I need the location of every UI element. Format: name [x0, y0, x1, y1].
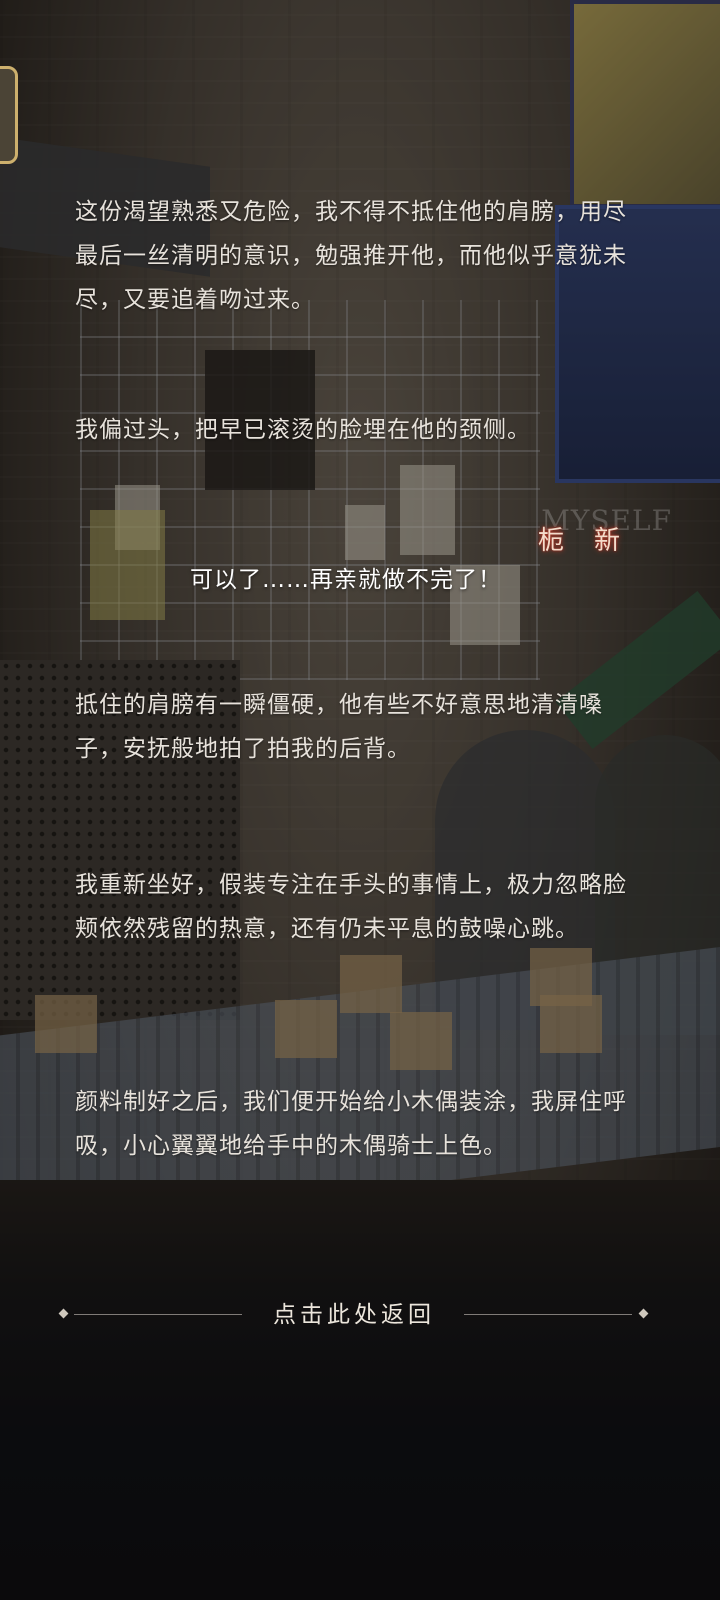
diamond-icon [58, 1308, 69, 1319]
story-paragraph: 颜料制好之后，我们便开始给小木偶装涂，我屏住呼吸，小心翼翼地给手中的木偶骑士上色… [75, 1089, 627, 1159]
story-panel: 这份渴望熟悉又危险，我不得不抵住他的肩膀，用尽最后一丝清明的意识，勉强推开他，而… [0, 0, 720, 1600]
speaker-tag: MYSELF 栀新 [520, 498, 720, 568]
divider-line [74, 1314, 242, 1315]
diamond-icon [638, 1308, 649, 1319]
return-button[interactable]: 点击此处返回 [254, 1296, 454, 1334]
story-paragraph: 我偏过头，把早已滚烫的脸埋在他的颈侧。 [75, 417, 531, 443]
story-paragraph: 我重新坐好，假装专注在手头的事情上，极力忽略脸颊依然残留的热意，还有仍未平息的鼓… [75, 872, 627, 942]
dialogue-line: 可以了……再亲就做不完了！ [190, 567, 502, 593]
story-paragraph: 这份渴望熟悉又危险，我不得不抵住他的肩膀，用尽最后一丝清明的意识，勉强推开他，而… [75, 199, 627, 313]
divider-line [464, 1314, 632, 1315]
return-bar: 点击此处返回 [58, 1292, 650, 1338]
story-paragraph: 抵住的肩膀有一瞬僵硬，他有些不好意思地清清嗓子，安抚般地拍了拍我的后背。 [75, 692, 603, 762]
speaker-name: 栀新 [538, 526, 651, 556]
